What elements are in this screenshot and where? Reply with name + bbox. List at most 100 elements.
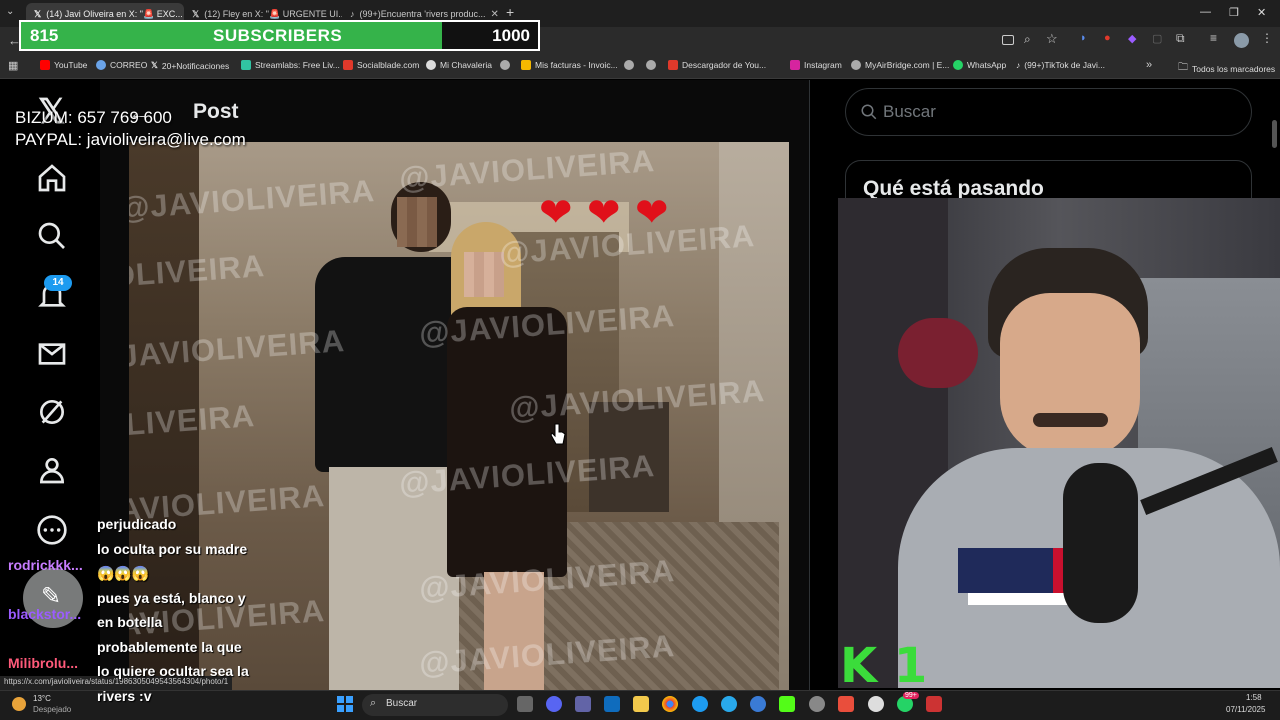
chat-message: lo quiere ocultar sea la (97, 663, 249, 679)
extension-icon[interactable]: ● (1104, 32, 1111, 44)
scrollbar-thumb[interactable] (1272, 120, 1277, 148)
kick-app-icon[interactable] (779, 696, 795, 712)
telegram-icon[interactable] (721, 696, 737, 712)
outlook-icon[interactable] (604, 696, 620, 712)
extension-icon[interactable]: ▢ (1152, 32, 1162, 45)
file-explorer-icon[interactable] (633, 696, 649, 712)
edge-icon[interactable] (692, 696, 708, 712)
whatsapp-icon (953, 60, 963, 70)
taskbar-search-input[interactable] (362, 694, 508, 716)
bookmark-descargador[interactable]: Descargador de You... (668, 60, 766, 70)
post-photo[interactable]: ❤ ❤ ❤ @JAVIOLIVEIRA @JAVIOLIVEIRA @JAVIO… (129, 142, 789, 690)
close-tab-icon[interactable]: ✕ (491, 9, 499, 20)
tab-label: (99+)Encuentra 'rivers produc... (359, 9, 486, 19)
new-tab-button[interactable]: + (506, 4, 514, 20)
chrome-icon[interactable] (662, 696, 678, 712)
bookmark-star-icon[interactable]: ☆ (1046, 31, 1058, 47)
chat-username: blackstor... (8, 606, 82, 622)
explore-search-icon[interactable] (36, 220, 68, 252)
cast-icon[interactable] (1002, 35, 1014, 45)
sweater-stripe-white (968, 593, 1068, 605)
subscribers-progress-bar: 815 SUBSCRIBERS 1000 (19, 20, 540, 51)
streamlabs-icon (241, 60, 251, 70)
obs-icon[interactable] (809, 696, 825, 712)
puzzle-icon[interactable]: ⧉ (1176, 31, 1185, 46)
x-icon: 𝕏 (151, 60, 158, 70)
bookmark-notificaciones[interactable]: 𝕏 20+Notificaciones (151, 60, 229, 71)
app-icon[interactable] (926, 696, 942, 712)
weather-moon-icon (12, 697, 26, 711)
messages-mail-icon[interactable] (36, 338, 68, 370)
x-favicon-icon: 𝕏 (192, 8, 200, 19)
bookmark-instagram[interactable]: Instagram (790, 60, 842, 70)
network-globe-icon[interactable] (750, 696, 766, 712)
app-icon[interactable] (838, 696, 854, 712)
bookmark-youtube[interactable]: YouTube (40, 60, 87, 70)
globe-icon (500, 60, 510, 70)
chat-username: Milibrolu... (8, 655, 78, 671)
bookmark-label: Instagram (804, 60, 842, 70)
grok-icon[interactable] (36, 396, 68, 428)
page-title: Post (193, 100, 239, 123)
blurred-face (464, 252, 504, 297)
bookmarks-more-button[interactable]: » (1146, 59, 1152, 71)
bookmark-label: Mis facturas - Invoic... (535, 60, 618, 70)
extension-icon[interactable]: ◗ (1080, 32, 1087, 44)
extension-icon[interactable]: ◆ (1128, 32, 1136, 45)
bookmark-unnamed[interactable] (646, 60, 656, 70)
avatar[interactable] (1234, 33, 1249, 48)
bookmark-label: Todos los marcadores (1192, 63, 1276, 74)
chat-message: probablemente la que (97, 639, 242, 655)
bizum-text: BIZUM: 657 769 600 (15, 108, 172, 127)
bookmark-streamlabs[interactable]: Streamlabs: Free Liv... (241, 60, 340, 70)
tab-search-icon[interactable]: ⌄ (6, 6, 14, 17)
all-bookmarks-folder[interactable]: 🗀 Todos los marcadores (1178, 60, 1275, 77)
x-favicon-icon: 𝕏 (34, 8, 42, 19)
zoom-icon[interactable]: ⌕ (1024, 32, 1031, 47)
mail-icon (96, 60, 106, 70)
search-placeholder: Buscar (883, 102, 936, 121)
sweater-stripe-navy (958, 548, 1058, 593)
microphone (1063, 463, 1138, 623)
tiktok-icon: ♪ (1016, 60, 1021, 70)
weather-temp[interactable]: 13°C (33, 694, 51, 703)
subscribers-goal: 1000 (492, 26, 530, 45)
bookmarks-bar: ▦ YouTube CORREO 𝕏 20+Notificaciones Stre… (0, 55, 1280, 79)
more-options-icon[interactable] (36, 514, 68, 546)
bookmark-unnamed[interactable] (500, 60, 510, 70)
media-icon[interactable]: ≡ (1210, 31, 1217, 45)
bookmark-label: Mi Chavaleria (440, 60, 492, 70)
close-window-icon[interactable]: ✕ (1257, 6, 1266, 19)
folder-icon: 🗀 (1178, 62, 1188, 73)
menu-icon[interactable]: ⋮ (1261, 31, 1273, 45)
apps-grid-icon[interactable]: ▦ (8, 59, 18, 72)
bookmark-label: YouTube (54, 60, 88, 70)
paypal-text: PAYPAL: javioliveira@live.com (15, 130, 246, 149)
bookmark-socialblade[interactable]: Socialblade.com (343, 60, 419, 70)
bookmark-correo[interactable]: CORREO (96, 60, 147, 70)
windows-start-icon[interactable] (337, 696, 353, 712)
minimize-icon[interactable]: — (1200, 6, 1211, 18)
restore-icon[interactable]: ❐ (1229, 6, 1239, 19)
tab-label: (12) Fley en X: "🚨 URGENTE UI... (204, 8, 342, 19)
bookmark-tiktok[interactable]: ♪ (99+)TikTok de Javi... (1016, 60, 1105, 70)
mustache (1033, 413, 1108, 427)
task-view-icon[interactable] (517, 696, 533, 712)
app-icon[interactable] (868, 696, 884, 712)
bookmark-mis-facturas[interactable]: Mis facturas - Invoic... (521, 60, 618, 70)
taskbar-search-icon: ⌕ (370, 697, 377, 709)
bookmark-whatsapp[interactable]: WhatsApp (953, 60, 1006, 70)
discord-icon[interactable] (546, 696, 562, 712)
bookmark-mi-chavaleria[interactable]: Mi Chavaleria (426, 60, 492, 70)
background-object (898, 318, 978, 388)
bookmark-myairbridge[interactable]: MyAirBridge.com | E... (851, 60, 949, 70)
teams-icon[interactable] (575, 696, 591, 712)
youtube-icon (40, 60, 50, 70)
bookmark-unnamed[interactable] (624, 60, 634, 70)
home-icon[interactable] (36, 162, 68, 194)
download-icon (668, 60, 678, 70)
whatsapp-badge: 99+ (903, 692, 919, 699)
clock-time[interactable]: 1:58 (1246, 693, 1262, 702)
profile-icon[interactable] (36, 454, 68, 486)
notification-badge: 14 (44, 275, 72, 291)
